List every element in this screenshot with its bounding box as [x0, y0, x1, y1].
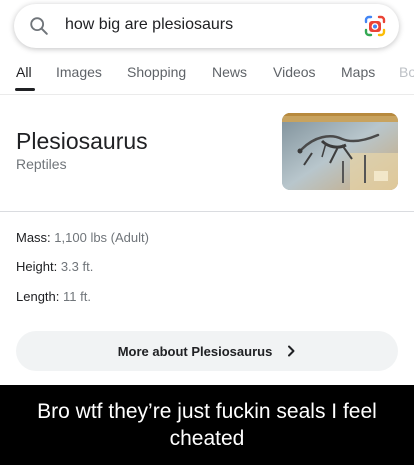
more-about-button[interactable]: More about Plesiosaurus — [16, 331, 398, 371]
fact-length: Length: 11 ft. — [16, 289, 91, 304]
fact-height-value: 3.3 ft. — [60, 259, 94, 274]
google-lens-icon[interactable] — [363, 14, 387, 38]
fact-mass-label: Mass: — [16, 230, 51, 245]
fact-length-label: Length: — [16, 289, 60, 304]
fact-length-value: 11 ft. — [63, 289, 91, 304]
chevron-right-icon — [286, 345, 296, 357]
active-tab-indicator — [15, 88, 35, 91]
plesiosaurus-skeleton-image[interactable] — [282, 113, 398, 190]
meme-caption-area: Bro wtf they’re just fuckin seals I feel… — [0, 385, 414, 465]
search-bar[interactable]: how big are plesiosaurs — [14, 4, 399, 48]
tab-news[interactable]: News — [212, 64, 247, 80]
search-tabs: All Images Shopping News Videos Maps Bo — [0, 58, 414, 94]
tabs-divider — [0, 94, 414, 95]
tab-videos[interactable]: Videos — [273, 64, 316, 80]
more-about-label: More about Plesiosaurus — [117, 343, 273, 359]
fact-mass: Mass: 1,100 lbs (Adult) — [16, 230, 149, 245]
search-icon[interactable] — [28, 15, 50, 37]
entity-title: Plesiosaurus — [16, 128, 148, 154]
tab-shopping[interactable]: Shopping — [127, 64, 186, 80]
fact-height-label: Height: — [16, 259, 58, 274]
fact-height: Height: 3.3 ft. — [16, 259, 93, 274]
section-divider — [0, 211, 414, 212]
tab-books[interactable]: Bo — [399, 64, 414, 80]
meme-caption: Bro wtf they’re just fuckin seals I feel… — [37, 400, 377, 450]
entity-subtitle: Reptiles — [16, 156, 67, 172]
tab-maps[interactable]: Maps — [341, 64, 375, 80]
tab-all[interactable]: All — [16, 64, 32, 80]
tab-images[interactable]: Images — [56, 64, 102, 80]
fact-mass-value: 1,100 lbs (Adult) — [54, 230, 149, 245]
search-query-text[interactable]: how big are plesiosaurs — [65, 16, 233, 34]
